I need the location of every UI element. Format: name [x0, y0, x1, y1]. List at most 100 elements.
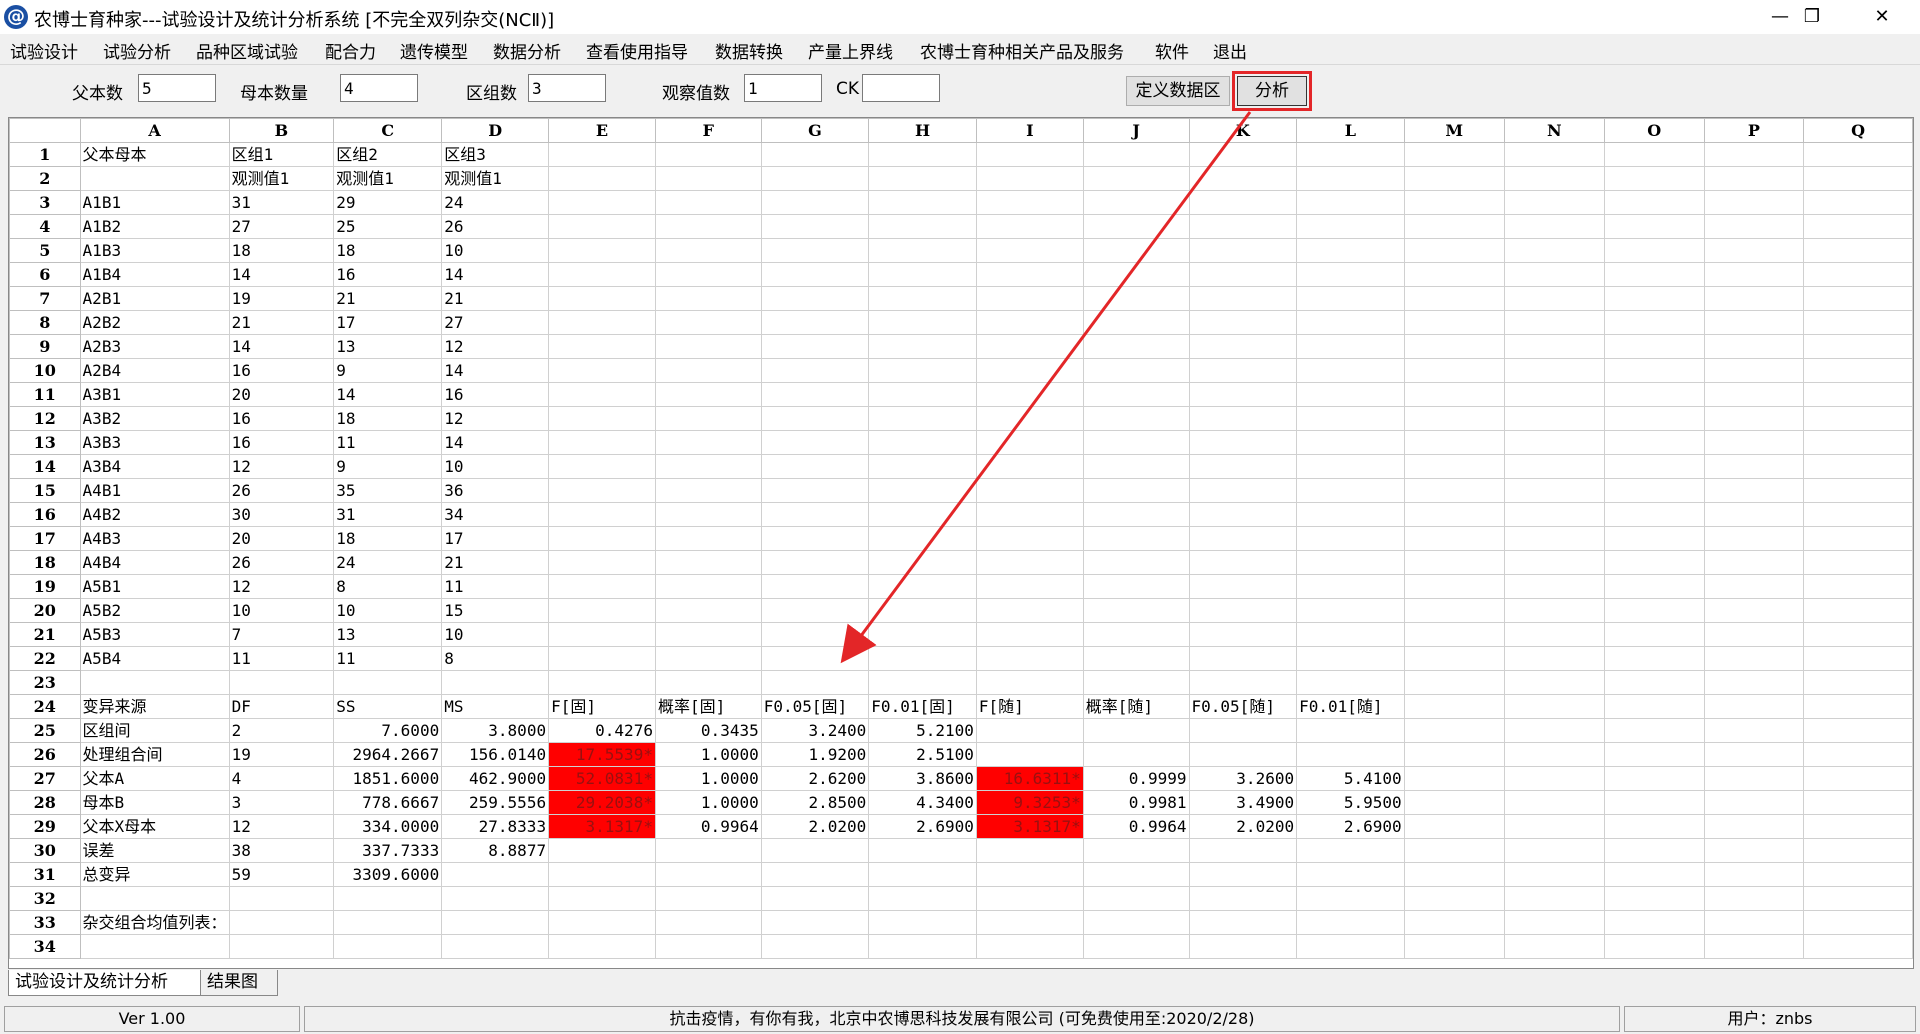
table-cell[interactable] — [1603, 862, 1705, 887]
table-cell[interactable] — [1803, 166, 1913, 191]
table-cell[interactable] — [1703, 766, 1805, 791]
table-cell[interactable] — [1403, 502, 1505, 527]
table-cell[interactable] — [1703, 934, 1805, 959]
table-cell[interactable] — [1803, 142, 1913, 167]
table-cell[interactable] — [1188, 166, 1298, 191]
table-cell[interactable] — [975, 646, 1084, 671]
table-cell[interactable]: 3.1317* — [548, 814, 656, 839]
table-cell[interactable] — [975, 382, 1084, 407]
row-header[interactable]: 25 — [9, 718, 81, 743]
row-header[interactable]: 33 — [9, 910, 81, 935]
table-cell[interactable] — [654, 502, 762, 527]
column-header[interactable]: M — [1403, 118, 1505, 143]
table-cell[interactable] — [1503, 478, 1605, 503]
table-cell[interactable]: 19 — [228, 742, 335, 767]
table-cell[interactable]: F0.05[固] — [760, 694, 870, 719]
table-cell[interactable] — [1188, 478, 1298, 503]
table-cell[interactable] — [548, 934, 656, 959]
table-cell[interactable]: 11 — [333, 430, 443, 455]
table-cell[interactable] — [1296, 598, 1405, 623]
table-cell[interactable] — [1403, 934, 1505, 959]
table-cell[interactable] — [1703, 430, 1805, 455]
table-cell[interactable]: 24 — [333, 550, 443, 575]
table-cell[interactable] — [1082, 718, 1190, 743]
table-cell[interactable] — [1188, 934, 1298, 959]
table-cell[interactable] — [975, 406, 1084, 431]
table-cell[interactable] — [1803, 214, 1913, 239]
table-cell[interactable] — [1803, 694, 1913, 719]
table-cell[interactable] — [1503, 598, 1605, 623]
table-cell[interactable] — [1296, 358, 1405, 383]
table-cell[interactable] — [1503, 670, 1605, 695]
table-cell[interactable]: 4.3400 — [868, 790, 977, 815]
table-cell[interactable]: 杂交组合均值列表： — [79, 910, 230, 935]
table-cell[interactable] — [1082, 406, 1190, 431]
table-cell[interactable]: 10 — [228, 598, 335, 623]
table-cell[interactable]: MS — [441, 694, 550, 719]
table-cell[interactable] — [1503, 502, 1605, 527]
table-cell[interactable] — [1703, 142, 1805, 167]
table-cell[interactable] — [1603, 142, 1705, 167]
table-cell[interactable] — [1403, 766, 1505, 791]
table-cell[interactable]: A2B3 — [79, 334, 230, 359]
table-cell[interactable] — [1296, 886, 1405, 911]
table-cell[interactable]: 334.0000 — [333, 814, 443, 839]
table-cell[interactable] — [654, 670, 762, 695]
table-cell[interactable] — [1803, 454, 1913, 479]
table-cell[interactable] — [1803, 358, 1913, 383]
table-cell[interactable]: 18 — [333, 526, 443, 551]
table-cell[interactable] — [654, 598, 762, 623]
table-cell[interactable] — [1803, 382, 1913, 407]
row-header[interactable]: 23 — [9, 670, 81, 695]
table-cell[interactable] — [1703, 502, 1805, 527]
table-cell[interactable]: 8 — [333, 574, 443, 599]
table-cell[interactable] — [654, 166, 762, 191]
column-header[interactable]: P — [1703, 118, 1805, 143]
table-cell[interactable] — [1603, 550, 1705, 575]
table-cell[interactable] — [441, 862, 550, 887]
table-cell[interactable] — [1503, 646, 1605, 671]
table-cell[interactable] — [1188, 574, 1298, 599]
table-cell[interactable] — [1403, 382, 1505, 407]
table-cell[interactable] — [1603, 478, 1705, 503]
table-cell[interactable] — [1296, 190, 1405, 215]
table-cell[interactable] — [868, 502, 977, 527]
table-cell[interactable]: 20 — [228, 382, 335, 407]
table-cell[interactable] — [79, 670, 230, 695]
table-cell[interactable] — [1082, 550, 1190, 575]
table-cell[interactable] — [1703, 742, 1805, 767]
table-cell[interactable] — [1082, 598, 1190, 623]
table-cell[interactable] — [1082, 262, 1190, 287]
table-cell[interactable]: 27.8333 — [441, 814, 550, 839]
table-cell[interactable]: 5.2100 — [868, 718, 977, 743]
table-cell[interactable]: 17 — [441, 526, 550, 551]
table-cell[interactable]: 父本母本 — [79, 142, 230, 167]
table-cell[interactable] — [868, 358, 977, 383]
column-header[interactable]: A — [79, 118, 230, 143]
table-cell[interactable] — [1603, 286, 1705, 311]
table-cell[interactable]: 30 — [228, 502, 335, 527]
table-cell[interactable] — [1503, 238, 1605, 263]
table-cell[interactable] — [1296, 574, 1405, 599]
table-cell[interactable] — [760, 142, 870, 167]
table-cell[interactable] — [1503, 142, 1605, 167]
row-header[interactable]: 20 — [9, 598, 81, 623]
table-cell[interactable] — [975, 430, 1084, 455]
table-cell[interactable] — [1082, 838, 1190, 863]
table-cell[interactable]: 0.9964 — [1082, 814, 1190, 839]
row-header[interactable]: 15 — [9, 478, 81, 503]
table-cell[interactable] — [1403, 430, 1505, 455]
table-cell[interactable]: 8 — [441, 646, 550, 671]
table-cell[interactable] — [1403, 814, 1505, 839]
menu-item[interactable]: 数据转换 — [715, 38, 783, 63]
table-cell[interactable]: 13 — [333, 622, 443, 647]
table-cell[interactable] — [1603, 838, 1705, 863]
table-cell[interactable] — [1403, 742, 1505, 767]
table-cell[interactable] — [654, 358, 762, 383]
table-cell[interactable]: 2.6900 — [868, 814, 977, 839]
tab-analysis[interactable]: 试验设计及统计分析 — [8, 970, 202, 996]
table-cell[interactable] — [760, 454, 870, 479]
table-cell[interactable] — [1188, 382, 1298, 407]
table-cell[interactable]: 10 — [441, 454, 550, 479]
table-cell[interactable]: A5B2 — [79, 598, 230, 623]
